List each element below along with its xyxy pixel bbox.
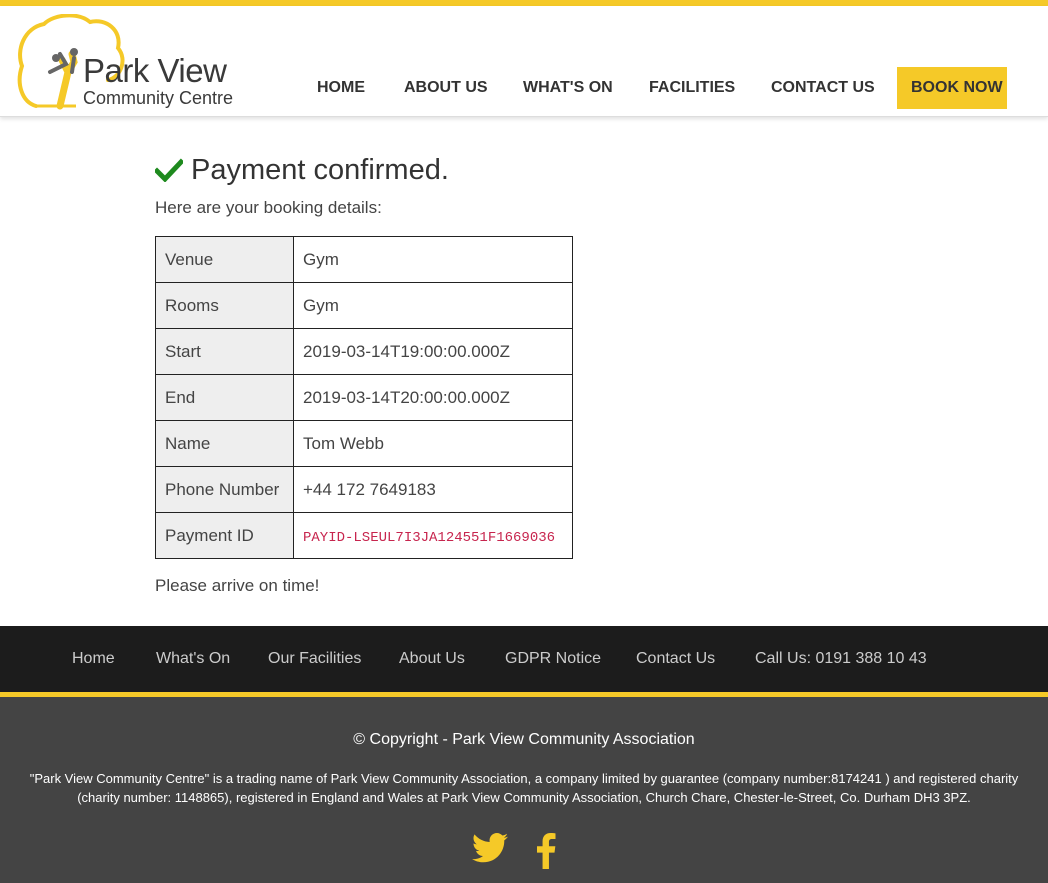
row-label: End	[155, 374, 294, 421]
footer-nav: Home What's On Our Facilities About Us G…	[0, 626, 1048, 692]
row-value: Tom Webb	[293, 420, 573, 467]
table-row: Payment ID PAYID-LSEUL7I3JA124551F166903…	[155, 512, 573, 559]
table-row: Name Tom Webb	[155, 420, 573, 467]
main-nav: HOME ABOUT US WHAT'S ON FACILITIES CONTA…	[0, 67, 1048, 109]
footer-link-about-us[interactable]: About Us	[399, 626, 465, 692]
row-value: +44 172 7649183	[293, 466, 573, 513]
row-label: Phone Number	[155, 466, 294, 513]
confirmation-content: Payment confirmed. Here are your booking…	[155, 150, 855, 596]
table-row: End 2019-03-14T20:00:00.000Z	[155, 374, 573, 421]
book-now-button[interactable]: BOOK NOW	[897, 67, 1007, 109]
footer-link-gdpr-notice[interactable]: GDPR Notice	[505, 626, 601, 692]
row-value: Gym	[293, 236, 573, 283]
facebook-icon[interactable]	[535, 833, 557, 869]
confirmation-heading: Payment confirmed.	[155, 150, 855, 190]
row-label: Start	[155, 328, 294, 375]
site-footer: © Copyright - Park View Community Associ…	[0, 697, 1048, 883]
legal-text: "Park View Community Centre" is a tradin…	[29, 771, 1019, 805]
site-header: Park View Community Centre HOME ABOUT US…	[0, 6, 1048, 117]
footer-link-our-facilities[interactable]: Our Facilities	[268, 626, 361, 692]
row-value: Gym	[293, 282, 573, 329]
nav-about-us[interactable]: ABOUT US	[404, 67, 488, 109]
nav-facilities[interactable]: FACILITIES	[649, 67, 735, 109]
row-label: Payment ID	[155, 512, 294, 559]
footer-link-whats-on[interactable]: What's On	[156, 626, 230, 692]
row-label: Venue	[155, 236, 294, 283]
row-label: Rooms	[155, 282, 294, 329]
page-title: Payment confirmed.	[191, 153, 449, 186]
footer-link-call-us[interactable]: Call Us: 0191 388 10 43	[755, 626, 927, 692]
arrival-note: Please arrive on time!	[155, 576, 320, 595]
table-row: Venue Gym	[155, 236, 573, 283]
row-label: Name	[155, 420, 294, 467]
table-row: Rooms Gym	[155, 282, 573, 329]
check-icon	[155, 158, 183, 182]
footer-link-home[interactable]: Home	[72, 626, 115, 692]
footer-link-contact-us[interactable]: Contact Us	[636, 626, 715, 692]
intro-text: Here are your booking details:	[155, 198, 382, 217]
booking-details-table: Venue Gym Rooms Gym Start 2019-03-14T19:…	[155, 236, 573, 559]
nav-home[interactable]: HOME	[317, 67, 365, 109]
nav-contact-us[interactable]: CONTACT US	[771, 67, 875, 109]
table-row: Start 2019-03-14T19:00:00.000Z	[155, 328, 573, 375]
row-value: 2019-03-14T19:00:00.000Z	[293, 328, 573, 375]
payment-id-cell: PAYID-LSEUL7I3JA124551F1669036	[293, 512, 573, 559]
table-row: Phone Number +44 172 7649183	[155, 466, 573, 513]
row-value: 2019-03-14T20:00:00.000Z	[293, 374, 573, 421]
payment-id-code: PAYID-LSEUL7I3JA124551F1669036	[303, 529, 556, 546]
nav-whats-on[interactable]: WHAT'S ON	[523, 67, 613, 109]
copyright-text: © Copyright - Park View Community Associ…	[353, 731, 695, 748]
twitter-icon[interactable]	[472, 833, 508, 863]
